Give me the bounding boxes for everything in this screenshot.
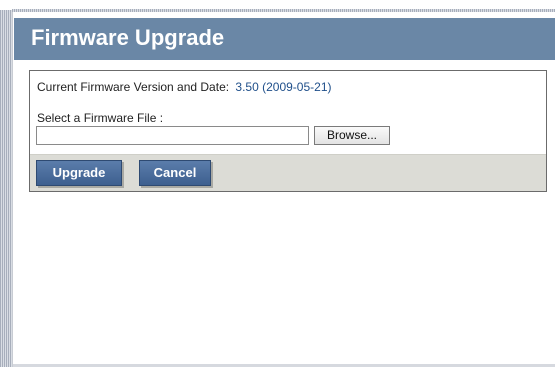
cancel-button[interactable]: Cancel — [139, 160, 211, 186]
title-bar: Firmware Upgrade — [14, 18, 555, 60]
current-version-row: Current Firmware Version and Date: 3.50 … — [37, 80, 332, 94]
left-border-stripe — [0, 10, 12, 367]
current-version-label: Current Firmware Version and Date: — [37, 80, 230, 94]
current-version-value: 3.50 (2009-05-21) — [235, 80, 332, 94]
firmware-upgrade-window: Firmware Upgrade Current Firmware Versio… — [0, 0, 555, 367]
browse-button[interactable]: Browse... — [314, 126, 390, 145]
firmware-form: Current Firmware Version and Date: 3.50 … — [29, 70, 547, 192]
select-file-label: Select a Firmware File : — [37, 111, 164, 125]
action-bar: Upgrade Cancel — [30, 154, 546, 191]
upgrade-button[interactable]: Upgrade — [36, 160, 122, 186]
page-title: Firmware Upgrade — [31, 25, 225, 50]
firmware-file-input[interactable] — [36, 126, 309, 145]
